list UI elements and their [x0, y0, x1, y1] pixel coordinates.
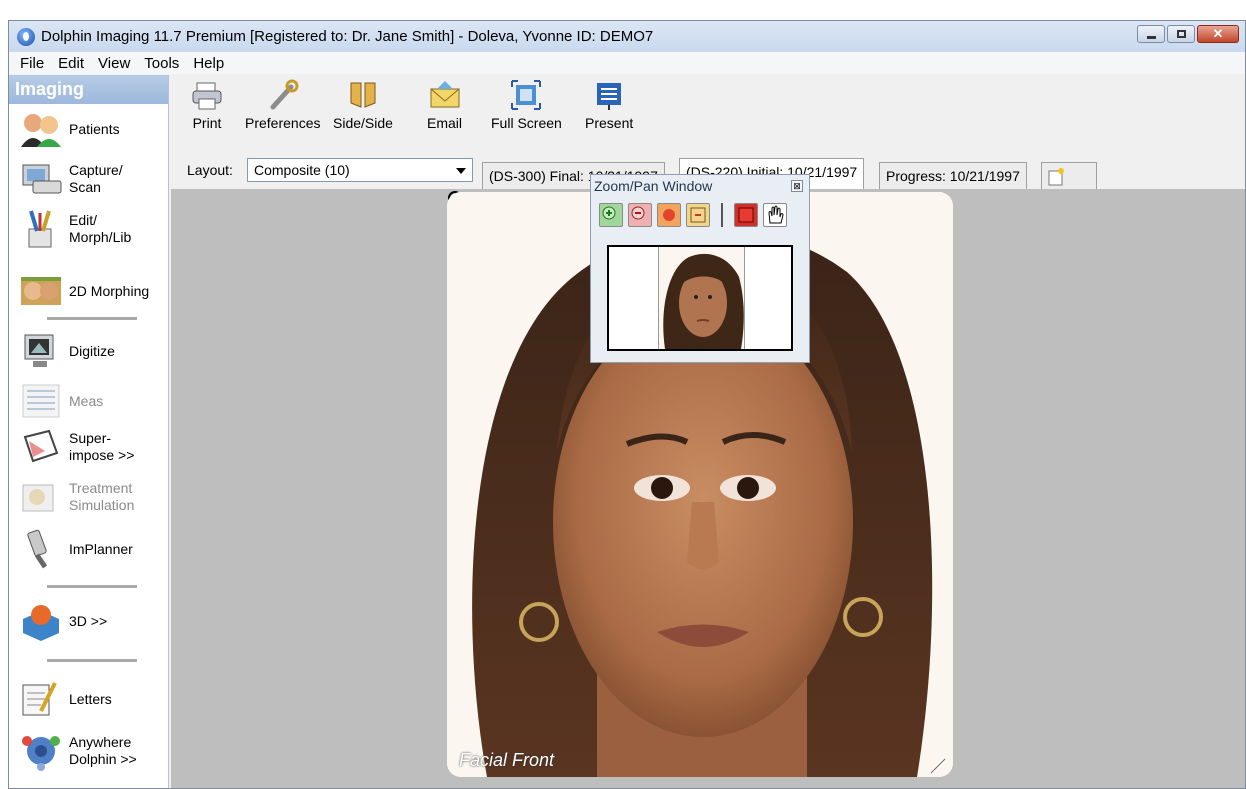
thumbnail-image	[658, 247, 745, 349]
sidebar-separator	[47, 317, 137, 320]
email-button[interactable]: Email	[427, 79, 462, 131]
full-screen-label: Full Screen	[491, 115, 562, 131]
sidebar-item-meas: Meas	[9, 381, 169, 421]
maximize-button[interactable]	[1167, 25, 1195, 43]
digitize-icon	[19, 331, 63, 371]
print-button[interactable]: Print	[191, 79, 223, 131]
new-tab-button[interactable]	[1041, 162, 1097, 189]
zoom-fit-icon[interactable]	[657, 203, 681, 227]
photo-caption: Facial Front	[459, 750, 555, 770]
edit-pencil-icon[interactable]	[929, 757, 949, 775]
menu-bar: File Edit View Tools Help	[9, 52, 1245, 74]
imaging-sidebar: Imaging Patients Capture/ Scan Edit/ Mor…	[9, 75, 169, 788]
zoom-pan-close-button[interactable]: ⊠	[791, 180, 803, 192]
sidebar-item-anywhere-dolphin[interactable]: Anywhere Dolphin >>	[9, 731, 169, 771]
side-side-button[interactable]: Side/Side	[333, 79, 393, 131]
sidebar-item-2d-morphing[interactable]: 2D Morphing	[9, 271, 169, 311]
menu-view[interactable]: View	[91, 55, 137, 72]
minimize-button[interactable]	[1137, 25, 1165, 43]
zoom-pan-toolbar	[599, 203, 787, 227]
email-icon	[429, 79, 461, 111]
edit-morph-icon	[19, 209, 63, 249]
zoom-pan-title: Zoom/Pan Window	[594, 178, 713, 194]
maximize-icon	[1176, 30, 1186, 38]
anywhere-dolphin-icon	[19, 731, 63, 771]
present-icon	[593, 79, 625, 111]
side-by-side-icon	[347, 79, 379, 111]
wrench-icon	[267, 79, 299, 111]
zoom-pan-separator	[721, 203, 723, 227]
menu-help[interactable]: Help	[186, 55, 231, 72]
print-label: Print	[192, 115, 222, 131]
sidebar-item-label: ImPlanner	[69, 540, 133, 557]
full-screen-button[interactable]: Full Screen	[491, 79, 562, 131]
menu-file[interactable]: File	[13, 55, 51, 72]
new-page-icon	[1048, 168, 1064, 186]
sidebar-item-label: 2D Morphing	[69, 282, 150, 299]
layout-selected-value: Composite (10)	[254, 162, 350, 178]
sidebar-item-capture-scan[interactable]: Capture/ Scan	[9, 159, 169, 199]
sidebar-item-label: Patients	[69, 120, 120, 137]
sidebar-separator	[47, 585, 137, 588]
zoom-pan-preview[interactable]	[607, 245, 793, 351]
patients-icon	[19, 109, 63, 149]
sidebar-item-patients[interactable]: Patients	[9, 109, 169, 149]
sidebar-item-label: Anywhere Dolphin >>	[69, 734, 137, 767]
layout-dropdown[interactable]: Composite (10)	[247, 158, 473, 182]
sidebar-item-label: Treatment Simulation	[69, 480, 135, 513]
menu-edit[interactable]: Edit	[51, 55, 91, 72]
zoom-pan-window[interactable]: Zoom/Pan Window ⊠	[590, 174, 810, 363]
sidebar-item-edit-morph-lib[interactable]: Edit/ Morph/Lib	[9, 209, 169, 249]
superimpose-icon	[19, 427, 63, 467]
preferences-button[interactable]: Preferences	[245, 79, 320, 131]
sidebar-item-digitize[interactable]: Digitize	[9, 331, 169, 371]
side-side-label: Side/Side	[333, 115, 393, 131]
hand-pan-icon[interactable]	[763, 203, 787, 227]
sidebar-item-treatment-simulation: Treatment Simulation	[9, 477, 169, 517]
present-button[interactable]: Present	[585, 79, 633, 131]
sidebar-item-label: Edit/ Morph/Lib	[69, 212, 132, 245]
sidebar-header: Imaging	[9, 75, 168, 104]
layout-label: Layout:	[187, 162, 233, 178]
implanner-icon	[19, 529, 63, 569]
sidebar-item-label: Meas	[69, 392, 104, 409]
zoom-in-icon[interactable]	[599, 203, 623, 227]
close-button[interactable]: ✕	[1197, 25, 1239, 43]
sidebar-item-label: Capture/ Scan	[69, 162, 123, 195]
sidebar-separator	[47, 659, 137, 662]
tab-progress[interactable]: Progress: 10/21/1997	[879, 162, 1027, 189]
sidebar-item-3d[interactable]: 3D >>	[9, 601, 169, 641]
close-icon: ✕	[1212, 26, 1224, 41]
menu-tools[interactable]: Tools	[137, 55, 186, 72]
sidebar-item-implanner[interactable]: ImPlanner	[9, 529, 169, 569]
email-label: Email	[427, 115, 463, 131]
zoom-actual-size-icon[interactable]	[686, 203, 710, 227]
region-select-icon[interactable]	[734, 203, 758, 227]
3d-icon	[19, 601, 63, 641]
sidebar-item-label: Digitize	[69, 342, 115, 359]
toolbar: Print Preferences Side/Side Email Full S…	[171, 75, 1245, 145]
dolphin-app-icon	[17, 27, 35, 46]
meas-icon	[19, 381, 63, 421]
present-label: Present	[585, 115, 634, 131]
full-screen-icon	[510, 79, 542, 111]
minimize-icon	[1146, 35, 1156, 39]
chevron-down-icon	[456, 168, 466, 174]
capture-scan-icon	[19, 159, 63, 199]
sidebar-item-label: Letters	[69, 690, 112, 707]
zoom-out-icon[interactable]	[628, 203, 652, 227]
title-bar: Dolphin Imaging 11.7 Premium [Registered…	[9, 21, 1245, 52]
sidebar-item-label: 3D >>	[69, 612, 108, 629]
tab-label: Progress: 10/21/1997	[886, 168, 1020, 184]
letters-icon	[19, 679, 63, 719]
2d-morphing-icon	[19, 271, 63, 311]
window-controls: ✕	[1137, 25, 1239, 43]
printer-icon	[191, 79, 223, 111]
sidebar-item-letters[interactable]: Letters	[9, 679, 169, 719]
preferences-label: Preferences	[245, 115, 321, 131]
sidebar-item-label: Super- impose >>	[69, 430, 135, 463]
treatment-simulation-icon	[19, 477, 63, 517]
window-title: Dolphin Imaging 11.7 Premium [Registered…	[41, 28, 654, 45]
sidebar-item-superimpose[interactable]: Super- impose >>	[9, 427, 169, 467]
